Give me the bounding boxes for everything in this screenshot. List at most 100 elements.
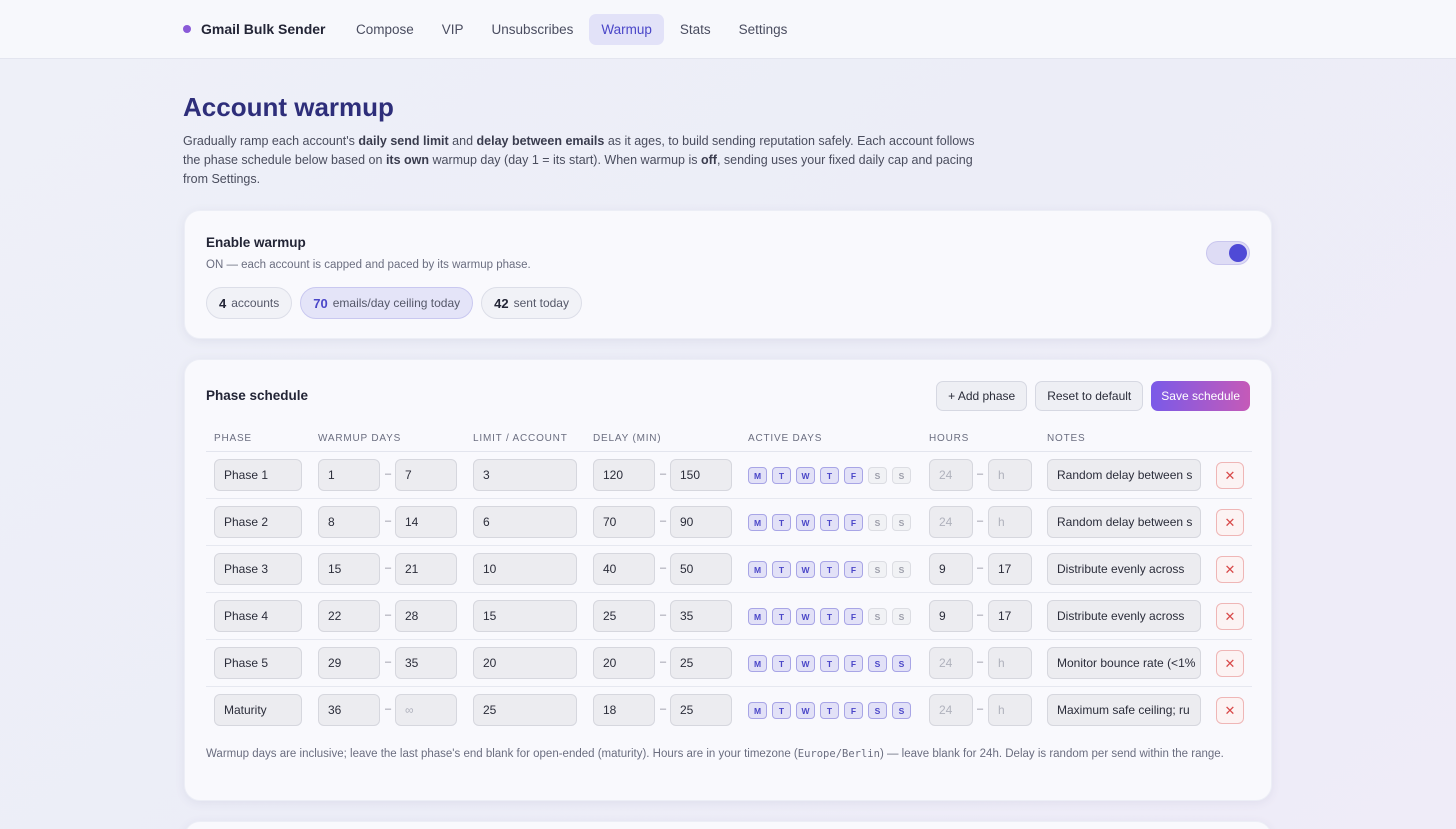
delay-max-input[interactable]: 50 — [670, 553, 732, 585]
active-day-toggle[interactable]: F — [844, 608, 863, 625]
limit-input[interactable]: 20 — [473, 647, 577, 679]
warmup-day-start-input[interactable]: 22 — [318, 600, 380, 632]
active-day-toggle[interactable]: T — [820, 655, 839, 672]
delete-phase-button[interactable]: ✕ — [1216, 650, 1244, 677]
hour-end-input[interactable]: h — [988, 694, 1032, 726]
active-day-toggle[interactable]: S — [892, 655, 911, 672]
delay-min-input[interactable]: 120 — [593, 459, 655, 491]
delete-phase-button[interactable]: ✕ — [1216, 509, 1244, 536]
active-day-toggle[interactable]: M — [748, 655, 767, 672]
save-schedule-button[interactable]: Save schedule — [1151, 381, 1250, 411]
active-day-toggle[interactable]: M — [748, 467, 767, 484]
active-day-toggle[interactable]: T — [820, 561, 839, 578]
warmup-day-end-input[interactable]: 35 — [395, 647, 457, 679]
active-day-toggle[interactable]: W — [796, 467, 815, 484]
active-day-toggle[interactable]: M — [748, 702, 767, 719]
hour-start-input[interactable]: 24 — [929, 647, 973, 679]
active-day-toggle[interactable]: T — [772, 702, 791, 719]
active-day-toggle[interactable]: W — [796, 561, 815, 578]
notes-input[interactable]: Random delay between s — [1047, 506, 1201, 538]
active-day-toggle[interactable]: S — [892, 608, 911, 625]
active-day-toggle[interactable]: S — [868, 608, 887, 625]
delay-min-input[interactable]: 18 — [593, 694, 655, 726]
active-day-toggle[interactable]: S — [868, 655, 887, 672]
warmup-day-end-input[interactable]: ∞ — [395, 694, 457, 726]
active-day-toggle[interactable]: T — [820, 608, 839, 625]
phase-name-input[interactable]: Phase 3 — [214, 553, 302, 585]
active-day-toggle[interactable]: S — [892, 561, 911, 578]
active-day-toggle[interactable]: M — [748, 561, 767, 578]
notes-input[interactable]: Random delay between s — [1047, 459, 1201, 491]
add-phase-button[interactable]: + Add phase — [936, 381, 1028, 411]
active-day-toggle[interactable]: T — [772, 655, 791, 672]
warmup-day-start-input[interactable]: 36 — [318, 694, 380, 726]
active-day-toggle[interactable]: F — [844, 655, 863, 672]
reset-default-button[interactable]: Reset to default — [1035, 381, 1144, 411]
active-day-toggle[interactable]: F — [844, 467, 863, 484]
active-day-toggle[interactable]: W — [796, 514, 815, 531]
limit-input[interactable]: 10 — [473, 553, 577, 585]
warmup-day-end-input[interactable]: 21 — [395, 553, 457, 585]
delete-phase-button[interactable]: ✕ — [1216, 556, 1244, 583]
active-day-toggle[interactable]: T — [772, 514, 791, 531]
active-day-toggle[interactable]: S — [868, 561, 887, 578]
active-day-toggle[interactable]: F — [844, 702, 863, 719]
nav-vip[interactable]: VIP — [430, 14, 476, 45]
active-day-toggle[interactable]: F — [844, 514, 863, 531]
delay-min-input[interactable]: 25 — [593, 600, 655, 632]
warmup-toggle[interactable] — [1206, 241, 1250, 265]
delay-max-input[interactable]: 150 — [670, 459, 732, 491]
active-day-toggle[interactable]: S — [892, 467, 911, 484]
hour-start-input[interactable]: 24 — [929, 694, 973, 726]
nav-stats[interactable]: Stats — [668, 14, 723, 45]
active-day-toggle[interactable]: S — [892, 702, 911, 719]
hour-end-input[interactable]: 17 — [988, 553, 1032, 585]
active-day-toggle[interactable]: T — [772, 608, 791, 625]
notes-input[interactable]: Distribute evenly across — [1047, 553, 1201, 585]
phase-name-input[interactable]: Phase 4 — [214, 600, 302, 632]
delay-max-input[interactable]: 25 — [670, 694, 732, 726]
active-day-toggle[interactable]: T — [820, 514, 839, 531]
hour-end-input[interactable]: h — [988, 647, 1032, 679]
warmup-day-end-input[interactable]: 7 — [395, 459, 457, 491]
delay-max-input[interactable]: 90 — [670, 506, 732, 538]
hour-end-input[interactable]: h — [988, 459, 1032, 491]
active-day-toggle[interactable]: W — [796, 608, 815, 625]
active-day-toggle[interactable]: T — [772, 467, 791, 484]
warmup-day-start-input[interactable]: 1 — [318, 459, 380, 491]
delay-max-input[interactable]: 35 — [670, 600, 732, 632]
hour-end-input[interactable]: 17 — [988, 600, 1032, 632]
hour-start-input[interactable]: 9 — [929, 600, 973, 632]
hour-start-input[interactable]: 9 — [929, 553, 973, 585]
active-day-toggle[interactable]: T — [772, 561, 791, 578]
delay-min-input[interactable]: 70 — [593, 506, 655, 538]
limit-input[interactable]: 3 — [473, 459, 577, 491]
delete-phase-button[interactable]: ✕ — [1216, 697, 1244, 724]
limit-input[interactable]: 6 — [473, 506, 577, 538]
active-day-toggle[interactable]: T — [820, 702, 839, 719]
nav-compose[interactable]: Compose — [344, 14, 426, 45]
nav-unsubscribes[interactable]: Unsubscribes — [480, 14, 586, 45]
active-day-toggle[interactable]: W — [796, 655, 815, 672]
active-day-toggle[interactable]: S — [868, 702, 887, 719]
active-day-toggle[interactable]: M — [748, 514, 767, 531]
delete-phase-button[interactable]: ✕ — [1216, 603, 1244, 630]
warmup-day-start-input[interactable]: 15 — [318, 553, 380, 585]
active-day-toggle[interactable]: F — [844, 561, 863, 578]
warmup-day-start-input[interactable]: 8 — [318, 506, 380, 538]
limit-input[interactable]: 25 — [473, 694, 577, 726]
phase-name-input[interactable]: Maturity — [214, 694, 302, 726]
notes-input[interactable]: Monitor bounce rate (<1% — [1047, 647, 1201, 679]
hour-start-input[interactable]: 24 — [929, 506, 973, 538]
limit-input[interactable]: 15 — [473, 600, 577, 632]
warmup-day-start-input[interactable]: 29 — [318, 647, 380, 679]
active-day-toggle[interactable]: W — [796, 702, 815, 719]
hour-start-input[interactable]: 24 — [929, 459, 973, 491]
warmup-day-end-input[interactable]: 14 — [395, 506, 457, 538]
delete-phase-button[interactable]: ✕ — [1216, 462, 1244, 489]
brand[interactable]: Gmail Bulk Sender — [183, 21, 325, 37]
delay-max-input[interactable]: 25 — [670, 647, 732, 679]
delay-min-input[interactable]: 40 — [593, 553, 655, 585]
phase-name-input[interactable]: Phase 5 — [214, 647, 302, 679]
phase-name-input[interactable]: Phase 1 — [214, 459, 302, 491]
